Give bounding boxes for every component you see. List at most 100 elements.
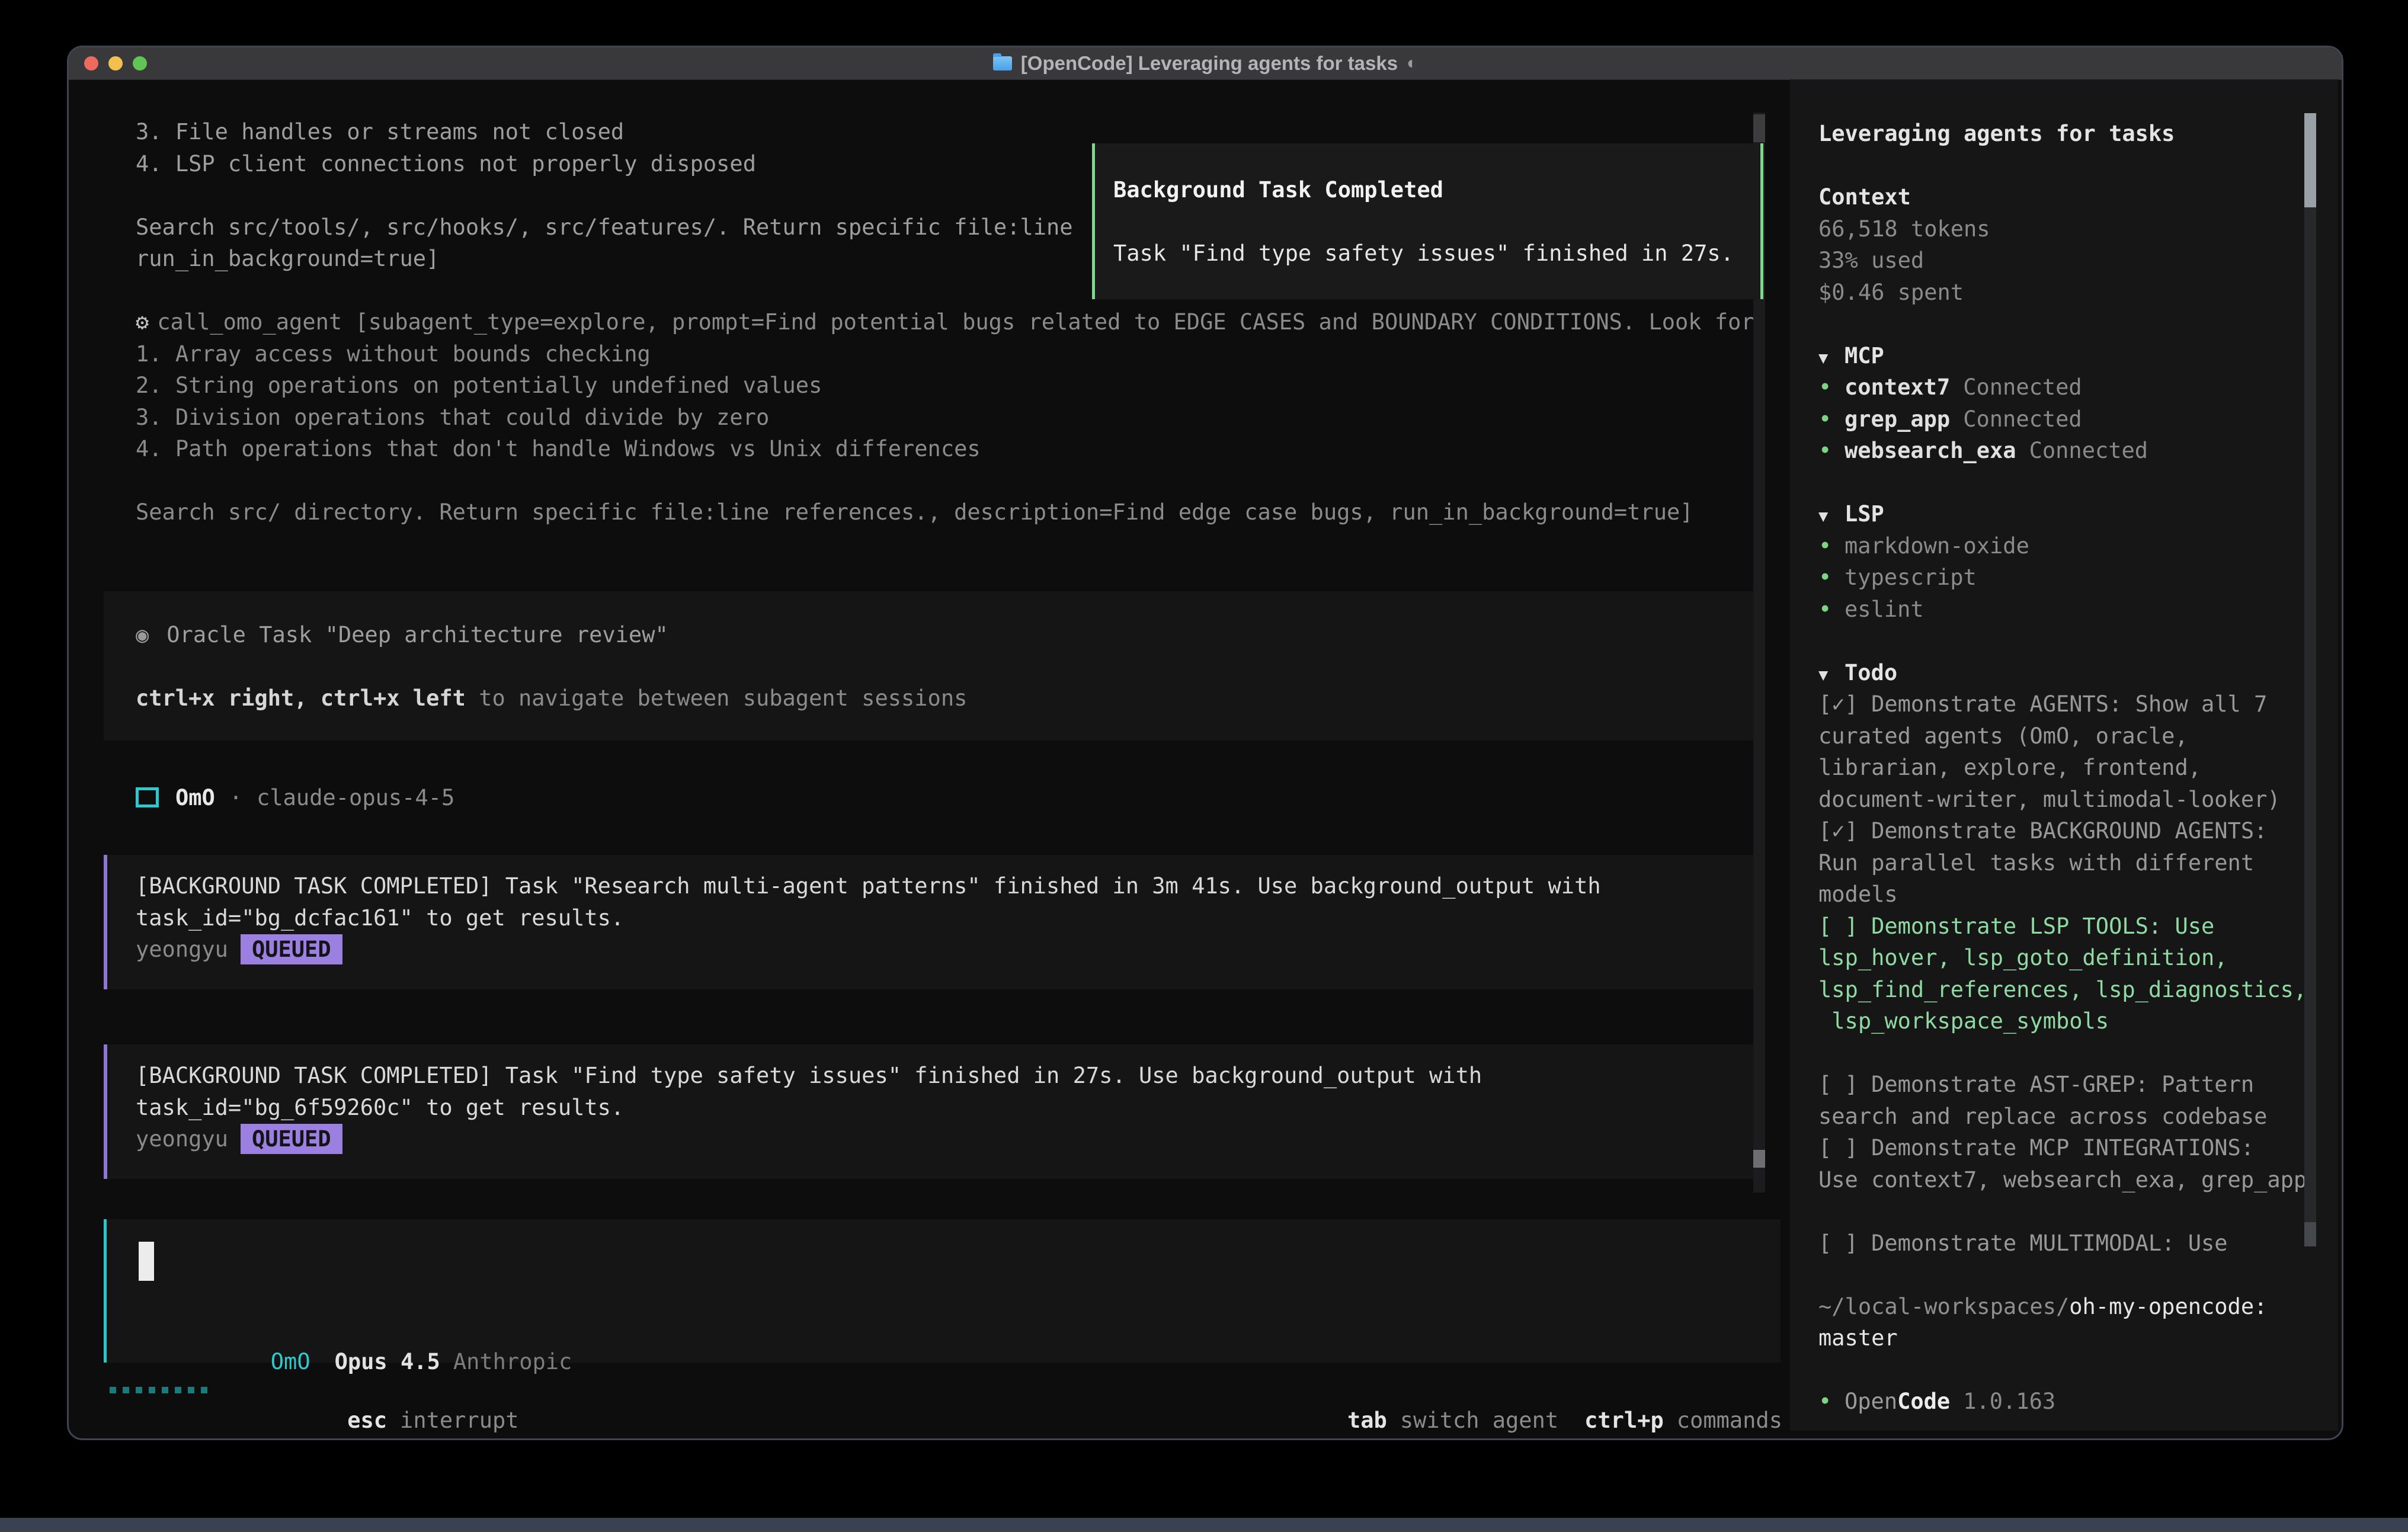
lsp-name: eslint xyxy=(1845,597,1924,622)
ctrlp-key-hint: ctrl+p xyxy=(1584,1408,1664,1433)
todo-line: librarian, explore, frontend, xyxy=(1818,752,2307,784)
status-badge: QUEUED xyxy=(241,934,342,964)
todo-line: [✓] Demonstrate AGENTS: Show all 7 xyxy=(1818,688,2307,720)
app-name-dim: Open xyxy=(1845,1389,1897,1414)
chat-scrollbar-thumb-top[interactable] xyxy=(1753,114,1765,142)
blank-line xyxy=(1818,467,2307,499)
lsp-item: •eslint xyxy=(1818,594,2307,626)
message-meta: yeongyuQUEUED xyxy=(136,1123,1754,1155)
mcp-name: grep_app xyxy=(1845,406,1950,432)
prompt-input[interactable]: OmOOpus 4.5Anthropic xyxy=(104,1219,1781,1363)
esc-key-hint: esc xyxy=(347,1408,387,1433)
message-block[interactable]: [BACKGROUND TASK COMPLETED] Task "Find t… xyxy=(104,1044,1754,1179)
todo-line-active: lsp_workspace_symbols xyxy=(1818,1005,2307,1037)
record-icon: ◉ xyxy=(136,622,149,648)
chat-line: Search src/tools/, src/hooks/, src/featu… xyxy=(136,211,1073,243)
sidebar-scrollbar-thumb[interactable] xyxy=(2304,113,2316,207)
todo-line: [✓] Demonstrate BACKGROUND AGENTS: xyxy=(1818,815,2307,847)
assistant-text-block: 3. File handles or streams not closed 4.… xyxy=(136,116,1073,275)
ctrlp-action-label: commands xyxy=(1677,1408,1782,1433)
folder-icon xyxy=(993,56,1012,70)
app-version: 1.0.163 xyxy=(1963,1389,2055,1414)
message-line: task_id="bg_dcfac161" to get results. xyxy=(136,902,1754,934)
todo-section-header[interactable]: ▼Todo xyxy=(1818,657,2307,689)
chat-line: 3. File handles or streams not closed xyxy=(136,116,1073,148)
input-agent-label[interactable]: OmO xyxy=(271,1349,310,1374)
chat-line: 4. LSP client connections not properly d… xyxy=(136,148,1073,180)
oracle-title-text: Oracle Task "Deep architecture review" xyxy=(166,622,668,648)
sidebar-scrollbar[interactable] xyxy=(2304,113,2316,1246)
chevron-down-icon: ▼ xyxy=(1818,342,1845,374)
version-row: •OpenCode1.0.163 xyxy=(1818,1386,2307,1418)
chat-scrollbar-thumb[interactable] xyxy=(1753,1150,1765,1168)
window-title-group: [OpenCode] Leveraging agents for tasks ◐ xyxy=(69,47,2342,79)
shortcut-hint-text: to navigate between subagent sessions xyxy=(466,685,967,711)
mcp-item: •grep_appConnected xyxy=(1818,403,2307,435)
green-dot-icon: • xyxy=(1818,530,1845,562)
tool-call-line: 3. Division operations that could divide… xyxy=(136,402,1754,434)
tab-action-label: switch agent xyxy=(1400,1408,1558,1433)
dock-edge xyxy=(0,1518,2408,1532)
todo-header-label: Todo xyxy=(1845,660,1897,685)
statusbar-right: tabswitch agentctrl+pcommands xyxy=(1242,1380,1782,1407)
sidebar-scrollbar-end xyxy=(2304,1222,2316,1246)
todo-line: [ ] Demonstrate MCP INTEGRATIONS: xyxy=(1818,1132,2307,1164)
lsp-item: •typescript xyxy=(1818,562,2307,594)
separator-dot: · xyxy=(229,785,242,810)
blank-line xyxy=(1818,1354,2307,1386)
todo-line: curated agents (OmO, oracle, xyxy=(1818,720,2307,752)
context-spent: $0.46 spent xyxy=(1818,277,2307,309)
todo-line: models xyxy=(1818,879,2307,911)
message-line: task_id="bg_6f59260c" to get results. xyxy=(136,1092,1754,1124)
blank-line xyxy=(136,651,1754,683)
blank-line xyxy=(1113,206,1760,238)
mcp-section-header[interactable]: ▼MCP xyxy=(1818,340,2307,372)
agent-name: OmO xyxy=(175,785,215,810)
mcp-status: Connected xyxy=(1963,374,2082,400)
message-block[interactable]: [BACKGROUND TASK COMPLETED] Task "Resear… xyxy=(104,855,1754,989)
todo-line-active: lsp_hover, lsp_goto_definition, xyxy=(1818,942,2307,974)
chevron-down-icon: ▼ xyxy=(1818,501,1845,533)
blank-line xyxy=(1818,1037,2307,1069)
lsp-section-header[interactable]: ▼LSP xyxy=(1818,498,2307,530)
mcp-item: •websearch_exaConnected xyxy=(1818,435,2307,467)
green-dot-icon: • xyxy=(1818,594,1845,626)
notification-title: Background Task Completed xyxy=(1113,174,1760,206)
input-model-label[interactable]: Opus 4.5 xyxy=(335,1349,440,1374)
todo-line: Run parallel tasks with different xyxy=(1818,847,2307,879)
blank-line xyxy=(1818,1196,2307,1227)
tool-call-text: call_omo_agent [subagent_type=explore, p… xyxy=(157,309,1754,335)
oracle-hint: ctrl+x right, ctrl+x left to navigate be… xyxy=(136,682,1754,714)
blank-line xyxy=(1818,150,2307,182)
mcp-status: Connected xyxy=(1963,406,2082,432)
todo-line: document-writer, multimodal-looker) xyxy=(1818,784,2307,816)
tool-call-block: ⚙call_omo_agent [subagent_type=explore, … xyxy=(136,306,1754,528)
sidebar-content: Leveraging agents for tasks Context 66,5… xyxy=(1818,118,2307,1418)
titlebar[interactable]: [OpenCode] Leveraging agents for tasks ◐ xyxy=(69,47,2342,80)
context-header: Context xyxy=(1818,181,2307,213)
tool-call-line: Search src/ directory. Return specific f… xyxy=(136,496,1754,528)
todo-line-active: [ ] Demonstrate LSP TOOLS: Use xyxy=(1818,911,2307,943)
lsp-item: •markdown-oxide xyxy=(1818,530,2307,562)
oracle-task-title: ◉ Oracle Task "Deep architecture review" xyxy=(136,619,1754,651)
message-line: [BACKGROUND TASK COMPLETED] Task "Resear… xyxy=(136,870,1754,902)
tool-call-line: 1. Array access without bounds checking xyxy=(136,338,1754,370)
tool-call-line: 4. Path operations that don't handle Win… xyxy=(136,433,1754,465)
blank-line xyxy=(136,180,1073,211)
notification-body: Task "Find type safety issues" finished … xyxy=(1113,238,1760,270)
tool-call-header: ⚙call_omo_agent [subagent_type=explore, … xyxy=(136,306,1754,338)
todo-line-active: lsp_find_references, lsp_diagnostics, xyxy=(1818,974,2307,1006)
window-title: [OpenCode] Leveraging agents for tasks xyxy=(1021,52,1398,75)
esc-action-label: interrupt xyxy=(400,1408,518,1433)
background-task-notification: Background Task Completed Task "Find typ… xyxy=(1092,143,1763,299)
agent-model: claude-opus-4-5 xyxy=(257,785,454,810)
shortcut-keys: ctrl+x right, ctrl+x left xyxy=(136,685,466,711)
agent-square-icon xyxy=(136,787,159,807)
text-cursor xyxy=(139,1242,154,1281)
green-dot-icon: • xyxy=(1818,435,1845,467)
green-dot-icon: • xyxy=(1818,562,1845,594)
oracle-task-panel[interactable]: ◉Oracle Task "Deep architecture review" … xyxy=(104,591,1754,741)
todo-line: [ ] Demonstrate MULTIMODAL: Use xyxy=(1818,1227,2307,1259)
input-provider-label: Anthropic xyxy=(453,1349,572,1374)
opencode-window: [OpenCode] Leveraging agents for tasks ◐… xyxy=(67,46,2343,1440)
